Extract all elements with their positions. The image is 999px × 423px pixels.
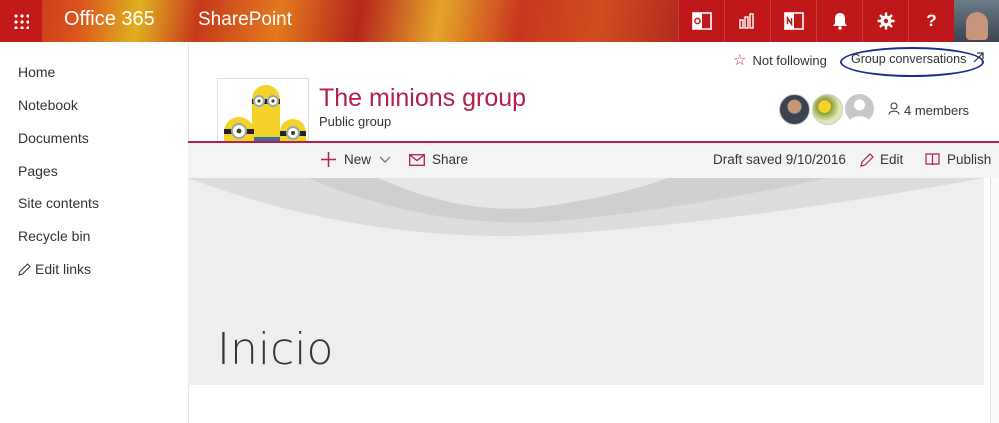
pencil-icon [18, 262, 31, 276]
pencil-icon [860, 152, 874, 167]
mail-icon [409, 153, 425, 166]
scrollbar[interactable] [990, 178, 999, 423]
book-icon [925, 153, 940, 166]
follow-label: Not following [752, 53, 827, 68]
onenote-icon [783, 12, 804, 30]
nav-item-site-contents[interactable]: Site contents [18, 195, 99, 211]
nav-item-documents[interactable]: Documents [18, 130, 89, 146]
edit-links-label: Edit links [35, 261, 92, 277]
notifications-button[interactable] [816, 0, 862, 42]
help-button[interactable]: ? [908, 0, 954, 42]
site-privacy-label: Public group [319, 114, 392, 129]
nav-item-notebook[interactable]: Notebook [18, 97, 78, 113]
app-launcher-button[interactable] [0, 0, 42, 42]
new-label: New [344, 152, 372, 167]
members-button[interactable]: 4 members [888, 102, 969, 118]
onenote-button[interactable] [770, 0, 816, 42]
gear-icon [877, 12, 894, 30]
edit-links-button[interactable]: Edit links [18, 261, 91, 277]
edit-button[interactable]: Edit [860, 152, 903, 167]
follow-button[interactable]: ☆ Not following [733, 51, 827, 69]
person-placeholder-icon [849, 99, 870, 123]
new-button[interactable]: New [321, 152, 391, 167]
group-conversations-link[interactable]: Group conversations [851, 52, 984, 66]
sharepoint-app-name[interactable]: SharePoint [198, 9, 292, 31]
share-button[interactable]: Share [409, 152, 468, 167]
chevron-down-icon [379, 156, 391, 163]
draft-status: Draft saved 9/10/2016 [713, 152, 846, 167]
powerbi-button[interactable] [724, 0, 770, 42]
member-avatar[interactable] [812, 94, 843, 125]
nav-item-pages[interactable]: Pages [18, 163, 58, 179]
share-label: Share [432, 152, 469, 167]
group-conversations-label: Group conversations [851, 52, 967, 66]
help-icon: ? [926, 11, 937, 30]
waffle-icon [13, 13, 29, 29]
suite-bar: Office 365 SharePoint ? [0, 0, 999, 42]
plus-icon [321, 152, 336, 167]
person-icon [888, 102, 900, 115]
member-avatar[interactable] [779, 94, 810, 125]
outlook-icon [691, 12, 712, 30]
publish-label: Publish [947, 152, 992, 167]
site-title[interactable]: The minions group [319, 84, 526, 113]
user-avatar[interactable] [954, 0, 999, 42]
page-title[interactable]: Inicio [217, 324, 333, 375]
publish-button[interactable]: Publish [925, 152, 991, 167]
edit-label: Edit [880, 152, 904, 167]
member-avatar[interactable] [845, 94, 874, 123]
office365-brand[interactable]: Office 365 [64, 8, 155, 31]
members-label: 4 members [904, 103, 970, 118]
star-icon: ☆ [733, 52, 747, 69]
nav-item-home[interactable]: Home [18, 64, 55, 80]
external-arrow-icon [973, 52, 984, 63]
outlook-button[interactable] [678, 0, 724, 42]
bell-icon [832, 13, 847, 30]
settings-button[interactable] [862, 0, 908, 42]
powerbi-icon [738, 13, 754, 29]
nav-item-recycle-bin[interactable]: Recycle bin [18, 228, 90, 244]
